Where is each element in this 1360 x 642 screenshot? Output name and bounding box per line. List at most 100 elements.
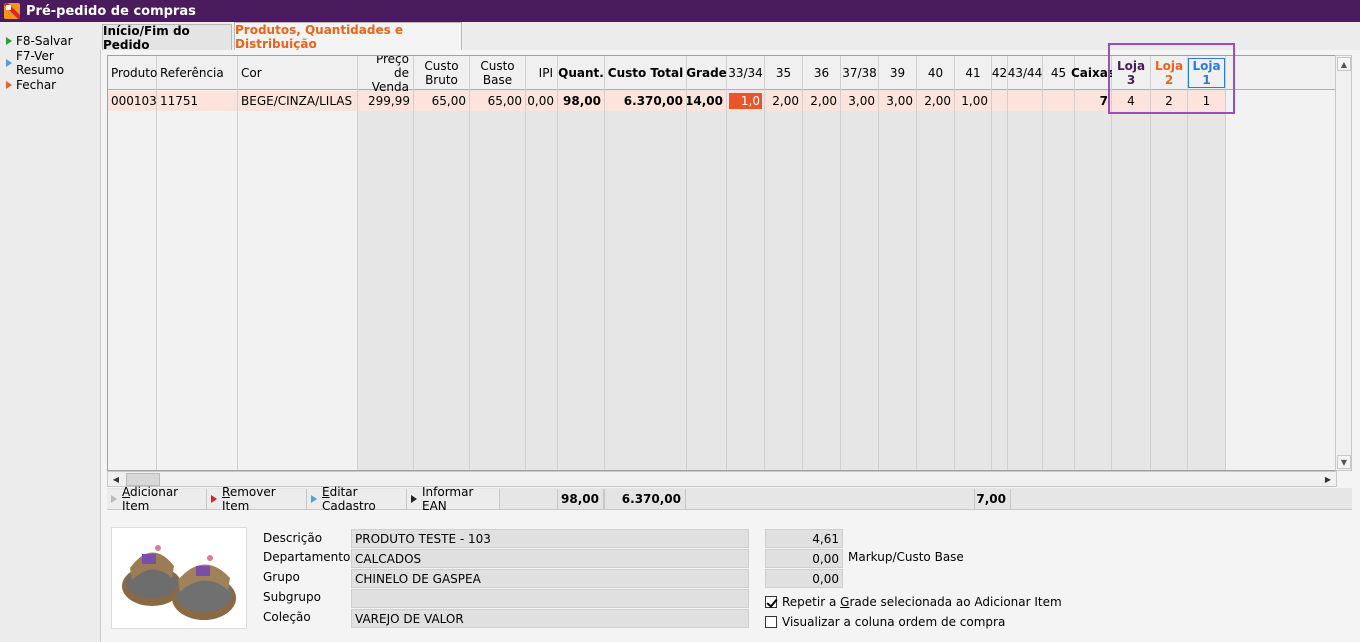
left-menu: F8-Salvar F7-Ver Resumo Fechar bbox=[0, 22, 100, 642]
descricao-field: PRODUTO TESTE - 103 bbox=[351, 529, 749, 548]
add-item-button[interactable]: Adicionar Item bbox=[107, 485, 207, 513]
tab-inicio-fim[interactable]: Início/Fim do Pedido bbox=[102, 24, 232, 52]
header-custo-bruto-l2: Bruto bbox=[425, 72, 458, 87]
edit-cadastro-button[interactable]: Editar Cadastro bbox=[307, 485, 407, 513]
col-42: 42 bbox=[992, 56, 1008, 470]
header-39[interactable]: 39 bbox=[879, 56, 916, 90]
repetir-grade-checkbox[interactable]: Repetir a Grade selecionada ao Adicionar… bbox=[765, 595, 1062, 609]
header-45[interactable]: 45 bbox=[1043, 56, 1074, 90]
scroll-right-icon[interactable]: ▶ bbox=[1321, 473, 1335, 486]
cell-loja1[interactable]: 1 bbox=[1188, 91, 1225, 111]
cell-36[interactable]: 2,00 bbox=[803, 91, 840, 111]
products-grid[interactable]: Produto 000103 Referência 11751 Cor BEGE… bbox=[107, 55, 1337, 471]
checkbox-unchecked-icon[interactable] bbox=[765, 616, 777, 628]
vertical-scrollbar[interactable]: ▲ ▼ bbox=[1335, 55, 1352, 471]
col-referencia: Referência 11751 bbox=[157, 56, 238, 470]
col-35: 35 2,00 bbox=[765, 56, 803, 470]
cell-grade[interactable]: 14,00 bbox=[687, 91, 726, 111]
cell-3738[interactable]: 3,00 bbox=[841, 91, 878, 111]
cell-3334[interactable]: 1,0 bbox=[727, 91, 764, 111]
header-loja2[interactable]: Loja 2 bbox=[1151, 56, 1187, 90]
cell-42[interactable] bbox=[992, 91, 1007, 111]
header-custo-base-l2: Base bbox=[482, 72, 513, 87]
repetir-post: rade selecionada ao Adicionar Item bbox=[849, 595, 1062, 609]
cell-4344[interactable] bbox=[1008, 91, 1042, 111]
header-35[interactable]: 35 bbox=[765, 56, 802, 90]
header-loja3[interactable]: Loja 3 bbox=[1112, 56, 1150, 90]
header-referencia[interactable]: Referência bbox=[157, 56, 237, 90]
close-button[interactable]: Fechar bbox=[0, 74, 100, 96]
col-custo-bruto: Custo Bruto 65,00 bbox=[414, 56, 470, 470]
remove-item-label-rest: emover Item bbox=[222, 485, 276, 513]
header-produto[interactable]: Produto bbox=[108, 56, 157, 90]
header-42[interactable]: 42 bbox=[992, 56, 1007, 90]
close-label: Fechar bbox=[16, 78, 57, 92]
cell-40[interactable]: 2,00 bbox=[917, 91, 954, 111]
header-custo-base[interactable]: Custo Base bbox=[470, 56, 525, 90]
col-loja2: Loja 2 2 bbox=[1151, 56, 1188, 470]
view-summary-button[interactable]: F7-Ver Resumo bbox=[0, 49, 100, 77]
cell-custo-total[interactable]: 6.370,00 bbox=[605, 91, 686, 111]
scroll-left-icon[interactable]: ◀ bbox=[109, 473, 123, 486]
tab-produtos[interactable]: Produtos, Quantidades e Distribuição bbox=[234, 22, 462, 51]
cell-custo-base[interactable]: 65,00 bbox=[470, 91, 525, 111]
add-item-label-rest: dicionar Item bbox=[122, 485, 179, 513]
col-3334: 33/34 1,0 bbox=[727, 56, 765, 470]
edit-cadastro-label-u: E bbox=[322, 485, 330, 499]
col-4344: 43/44 bbox=[1008, 56, 1043, 470]
header-custo-base-l1: Custo bbox=[480, 58, 515, 73]
cell-35[interactable]: 2,00 bbox=[765, 91, 802, 111]
cell-ipi[interactable]: 10,00 bbox=[526, 91, 557, 111]
play-icon bbox=[6, 81, 12, 89]
informar-ean-label: Informar EAN bbox=[422, 485, 474, 513]
col-filler bbox=[1226, 56, 1336, 470]
cell-41[interactable]: 1,00 bbox=[955, 91, 991, 111]
cell-cor[interactable]: BEGE/CINZA/LILAS bbox=[238, 91, 357, 111]
cell-referencia[interactable]: 11751 bbox=[157, 91, 237, 111]
col-produto: Produto 000103 bbox=[108, 56, 157, 470]
header-3738[interactable]: 37/38 bbox=[841, 56, 878, 90]
header-3334[interactable]: 33/34 bbox=[727, 56, 764, 90]
header-40[interactable]: 40 bbox=[917, 56, 954, 90]
header-custo-total[interactable]: Custo Total bbox=[605, 56, 686, 90]
header-preco-venda[interactable]: Preço de Venda bbox=[358, 56, 413, 94]
scroll-up-icon[interactable]: ▲ bbox=[1337, 57, 1351, 71]
title-bar: Pré-pedido de compras bbox=[0, 0, 1360, 22]
header-grade[interactable]: Grade bbox=[686, 56, 727, 90]
header-caixas[interactable]: Caixas bbox=[1071, 56, 1115, 90]
view-summary-label: F7-Ver Resumo bbox=[16, 49, 65, 77]
cell-3334-selected[interactable]: 1,0 bbox=[729, 93, 762, 109]
cell-loja2[interactable]: 2 bbox=[1151, 91, 1187, 111]
cell-39[interactable]: 3,00 bbox=[879, 91, 916, 111]
tab-bar: Início/Fim do Pedido Produtos, Quantidad… bbox=[100, 22, 1360, 52]
grupo-label: Grupo bbox=[263, 570, 300, 584]
informar-ean-button[interactable]: Informar EAN bbox=[407, 485, 500, 513]
cell-preco-venda[interactable]: 299,99 bbox=[358, 91, 413, 111]
cell-custo-bruto[interactable]: 65,00 bbox=[414, 91, 469, 111]
add-item-label-u: A bbox=[122, 485, 130, 499]
header-custo-bruto[interactable]: Custo Bruto bbox=[414, 56, 469, 90]
cell-45[interactable] bbox=[1043, 91, 1074, 111]
visualizar-ordem-checkbox[interactable]: Visualizar a coluna ordem de compra bbox=[765, 615, 1005, 629]
cell-produto[interactable]: 000103 bbox=[108, 91, 156, 111]
cell-quant[interactable]: 98,00 bbox=[558, 91, 604, 111]
product-photo bbox=[111, 527, 247, 629]
play-icon bbox=[6, 59, 12, 67]
header-41[interactable]: 41 bbox=[955, 56, 991, 90]
scroll-down-icon[interactable]: ▼ bbox=[1337, 455, 1351, 469]
cell-loja3[interactable]: 4 bbox=[1112, 91, 1150, 111]
colecao-label: Coleção bbox=[263, 610, 311, 624]
add-item-label: Adicionar Item bbox=[122, 485, 206, 513]
header-loja1[interactable]: Loja 1 bbox=[1188, 56, 1225, 90]
col-3738: 37/38 3,00 bbox=[841, 56, 879, 470]
app-logo-icon bbox=[4, 3, 20, 19]
cell-caixas[interactable]: 7 bbox=[1075, 91, 1111, 111]
checkbox-checked-icon[interactable] bbox=[765, 596, 777, 608]
header-cor[interactable]: Cor bbox=[238, 56, 357, 90]
markup-value-2: 0,00 bbox=[765, 549, 843, 568]
remove-item-button[interactable]: Remover Item bbox=[207, 485, 307, 513]
header-ipi[interactable]: IPI bbox=[526, 56, 557, 90]
header-36[interactable]: 36 bbox=[803, 56, 840, 90]
header-quant[interactable]: Quant. bbox=[558, 56, 604, 90]
header-4344[interactable]: 43/44 bbox=[1008, 56, 1042, 90]
